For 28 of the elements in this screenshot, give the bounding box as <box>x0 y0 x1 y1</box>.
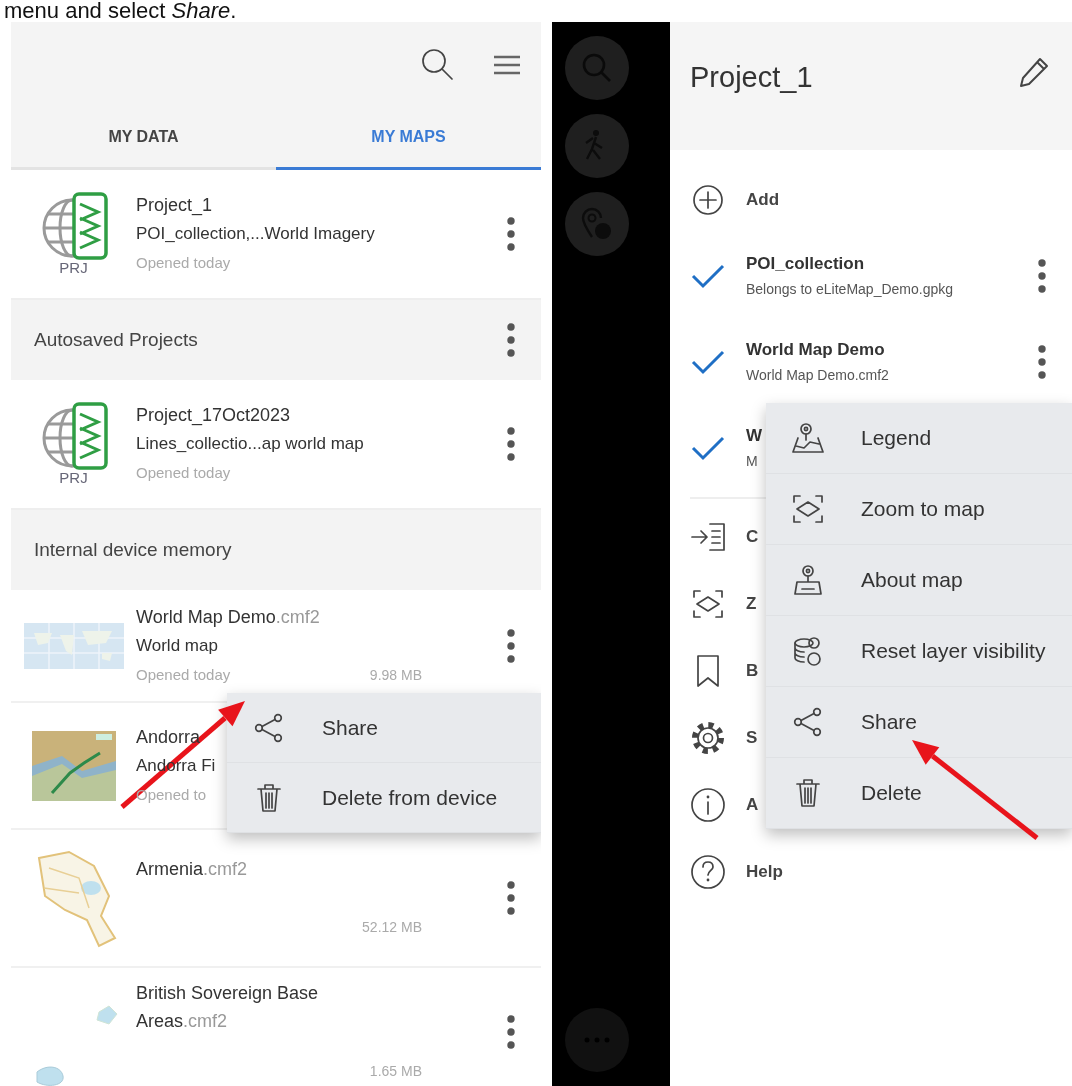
opened-date: Opened today <box>136 253 232 273</box>
section-title: Autosaved Projects <box>34 327 199 352</box>
file-size: 1.65 MB <box>369 1062 422 1081</box>
map-title: Andorra <box>136 725 201 749</box>
layer-name: W <box>746 425 763 447</box>
opened-date: Opened to <box>136 784 207 805</box>
map-description: World map <box>136 634 218 657</box>
project-title: Project_1 <box>136 194 214 218</box>
file-type-label: PRJ <box>59 260 88 276</box>
file-size: 52.12 MB <box>362 918 422 937</box>
project-layers: POI_collection,...World Imagery <box>136 223 376 245</box>
section-title: Internal device memory <box>34 537 233 562</box>
opened-date: Opened today <box>136 664 231 685</box>
project-layers: Lines_collectio...ap world map <box>136 433 365 455</box>
project-title: Project_17Oct2023 <box>136 404 292 428</box>
opened-date: Opened today <box>136 463 232 483</box>
layer-source: World Map Demo.cmf2 <box>746 366 889 385</box>
layer-source: M <box>746 452 758 471</box>
layer-name: World Map Demo <box>746 339 885 361</box>
map-title: Armenia.cmf2 <box>136 858 248 881</box>
layer-source: Belongs to eLiteMap_Demo.gpkg <box>746 280 954 299</box>
layer-name: POI_collection <box>746 253 865 275</box>
map-title: World Map Demo.cmf2 <box>136 605 320 629</box>
file-size: 9.98 MB <box>369 665 422 685</box>
map-title: British Sovereign Base Areas.cmf2 <box>136 982 320 1033</box>
caption-text: menu and select Share. <box>3 0 238 22</box>
file-type-label: PRJ <box>59 470 88 486</box>
project-title: Project_1 <box>690 60 814 95</box>
